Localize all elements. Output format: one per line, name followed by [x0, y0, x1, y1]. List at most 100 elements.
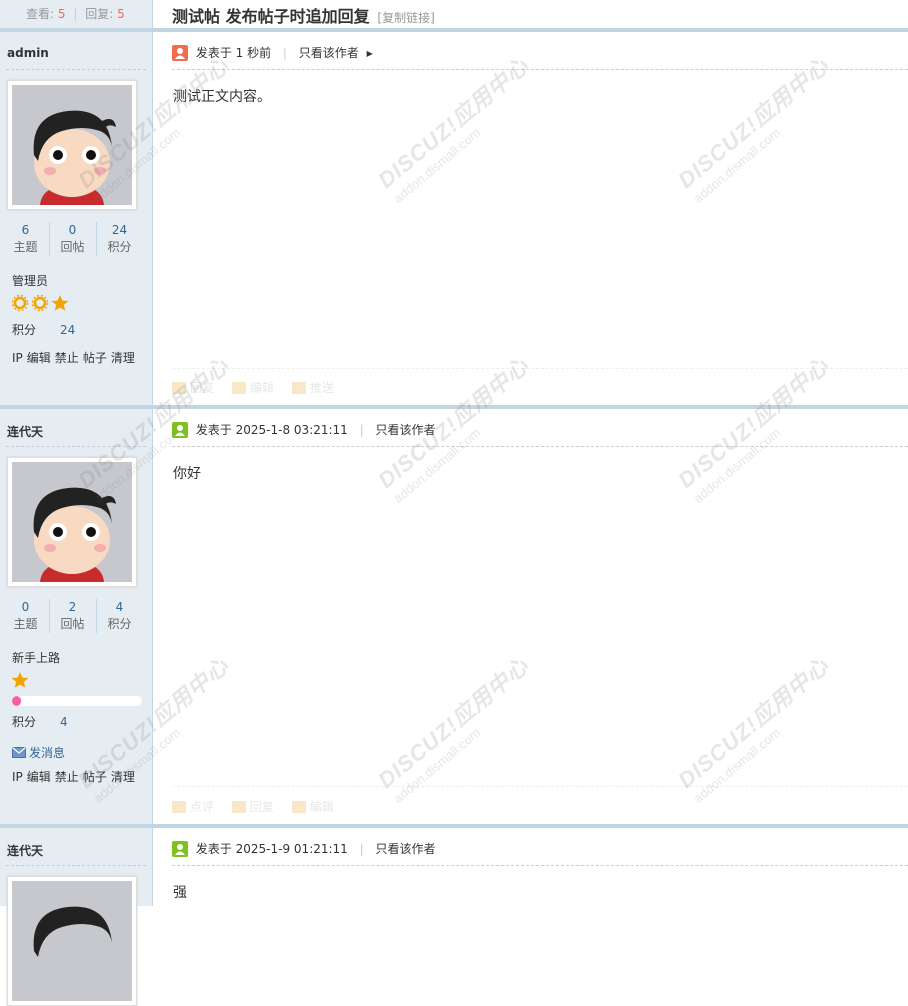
views-count: 5: [57, 7, 66, 21]
user-posts-link[interactable]: 帖子: [83, 770, 107, 784]
push-button[interactable]: 推送: [291, 379, 334, 396]
credits-label: 积分: [12, 715, 37, 729]
stat-label: 主题: [13, 240, 38, 254]
stat-value: 0: [21, 600, 30, 614]
only-author-link[interactable]: 只看该作者: [299, 46, 359, 60]
thread-title-row: 测试帖 发布帖子时追加回复 [复制链接]: [172, 3, 435, 27]
stat-label: 回帖: [60, 617, 85, 631]
post-item: 连代天 发表于 2025-1-9 01:21:11 | 只看该作者 强: [0, 828, 908, 1006]
copy-link-button[interactable]: [复制链接]: [377, 11, 434, 25]
avatar[interactable]: [7, 876, 137, 1006]
post-meta: 发表于 2025-1-9 01:21:11 | 只看该作者: [172, 840, 908, 866]
stat-label: 主题: [13, 617, 38, 631]
user-group[interactable]: 新手上路: [12, 649, 60, 666]
thread-stats-panel: 查看: 5 | 回复: 5: [0, 0, 153, 28]
author-name[interactable]: 连代天: [7, 842, 43, 859]
sun-icon: [31, 294, 49, 312]
author-divider: [6, 865, 146, 866]
admin-links: IP 编辑 禁止 帖子 清理: [12, 349, 139, 366]
sun-icon: [11, 294, 29, 312]
caret-right-icon[interactable]: ▶: [367, 49, 373, 58]
stat-label: 积分: [107, 240, 132, 254]
reply-label: 回复: [249, 800, 274, 814]
stat-threads[interactable]: 6 主题: [2, 222, 49, 256]
reply-label: 回复: [190, 381, 215, 395]
credits-value: 24: [60, 323, 76, 337]
user-online-icon: [172, 841, 188, 857]
replies-count: 5: [117, 7, 125, 21]
meta-divider: |: [359, 842, 364, 856]
edit-user-link[interactable]: 编辑: [27, 770, 51, 784]
star-icon: [51, 295, 69, 311]
cleanup-link[interactable]: 清理: [111, 351, 135, 365]
reply-icon: [231, 801, 246, 813]
edit-button[interactable]: 编辑: [231, 379, 274, 396]
comment-icon: [172, 801, 186, 813]
stat-credits[interactable]: 24 积分: [96, 222, 143, 256]
reply-icon: [172, 382, 186, 394]
send-message-label: 发消息: [29, 746, 66, 760]
only-author-link[interactable]: 只看该作者: [376, 423, 436, 437]
thread-title: 测试帖 发布帖子时追加回复: [172, 7, 370, 26]
ban-user-link[interactable]: 禁止: [55, 351, 79, 365]
author-name[interactable]: 连代天: [7, 423, 43, 440]
post-content: 测试正文内容。: [173, 89, 271, 105]
avatar[interactable]: [7, 457, 137, 587]
author-panel: 连代天 0 主题 2 回帖 4 积分 新手上路 积分 4 发消息 IP 编辑 禁…: [0, 409, 153, 824]
post-item: admin 6 主题 0 回帖 24 积分 管理员 积分 24 IP 编辑 禁止…: [0, 32, 908, 405]
post-head-divider: [172, 69, 908, 70]
credits-label: 积分: [12, 323, 37, 337]
rank-stars: [11, 294, 72, 312]
replies-label: 回复:: [85, 7, 114, 21]
push-label: 推送: [309, 381, 334, 395]
post-time: 发表于 2025-1-9 01:21:11: [195, 842, 348, 856]
author-divider: [6, 446, 146, 447]
post-time: 发表于 1 秒前: [195, 46, 272, 60]
ban-user-link[interactable]: 禁止: [55, 770, 79, 784]
reply-button[interactable]: 回复: [231, 798, 274, 815]
stat-value: 4: [115, 600, 124, 614]
author-panel: 连代天: [0, 828, 153, 1006]
user-online-icon: [172, 422, 188, 438]
user-online-icon: [172, 45, 188, 61]
credits-value: 4: [60, 715, 68, 729]
cleanup-link[interactable]: 清理: [111, 770, 135, 784]
thread-stats: 查看: 5 | 回复: 5: [26, 5, 125, 22]
stat-value: 24: [111, 223, 128, 237]
user-posts-link[interactable]: 帖子: [83, 351, 107, 365]
user-group[interactable]: 管理员: [12, 272, 48, 289]
post-head-divider: [172, 446, 908, 447]
avatar[interactable]: [7, 80, 137, 210]
stat-credits[interactable]: 4 积分: [96, 599, 143, 633]
ip-link[interactable]: IP: [12, 770, 23, 784]
only-author-link[interactable]: 只看该作者: [376, 842, 436, 856]
author-name[interactable]: admin: [7, 46, 49, 60]
author-panel: admin 6 主题 0 回帖 24 积分 管理员 积分 24 IP 编辑 禁止…: [0, 32, 153, 405]
comment-button[interactable]: 点评: [172, 798, 214, 815]
post-content: 你好: [173, 466, 201, 482]
author-stats: 0 主题 2 回帖 4 积分: [2, 599, 144, 635]
edit-user-link[interactable]: 编辑: [27, 351, 51, 365]
stat-threads[interactable]: 0 主题: [2, 599, 49, 633]
reply-button[interactable]: 回复: [172, 379, 214, 396]
send-message-link[interactable]: 发消息: [12, 744, 65, 761]
comment-label: 点评: [190, 800, 215, 814]
stat-replies[interactable]: 0 回帖: [49, 222, 96, 256]
ip-link[interactable]: IP: [12, 351, 23, 365]
post-meta: 发表于 1 秒前 | 只看该作者 ▶: [172, 44, 908, 70]
stat-value: 2: [68, 600, 77, 614]
edit-button[interactable]: 编辑: [291, 798, 334, 815]
stat-value: 0: [68, 223, 77, 237]
stat-replies[interactable]: 2 回帖: [49, 599, 96, 633]
credits-row: 积分 4: [12, 713, 68, 730]
admin-links: IP 编辑 禁止 帖子 清理: [12, 768, 139, 785]
pencil-icon: [291, 801, 306, 813]
pencil-icon: [231, 382, 246, 394]
edit-label: 编辑: [309, 800, 334, 814]
meta-divider: |: [359, 423, 364, 437]
post-actions: 回复 编辑 推送: [172, 379, 908, 399]
meta-divider: |: [282, 46, 287, 60]
star-icon: [11, 672, 29, 688]
post-foot-divider: [172, 786, 908, 787]
credits-row: 积分 24: [12, 321, 75, 338]
